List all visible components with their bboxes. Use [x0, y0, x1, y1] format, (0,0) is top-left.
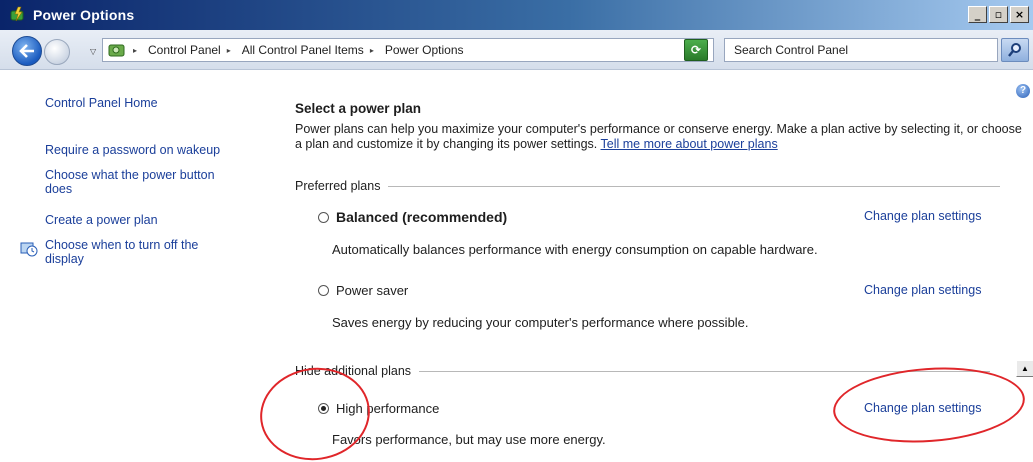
plan-name[interactable]: Power saver [336, 283, 408, 298]
balanced-radio[interactable] [318, 212, 329, 223]
search-input[interactable]: Search Control Panel [724, 38, 998, 62]
balanced-change-settings-link[interactable]: Change plan settings [864, 209, 981, 223]
address-toolbar: ▽ ▸ Control Panel ▸ All Control Panel It… [0, 30, 1033, 70]
control-panel-icon [107, 41, 127, 59]
preferred-plans-label: Preferred plans [295, 179, 389, 193]
back-arrow-icon [19, 44, 34, 58]
power-saver-change-settings-link[interactable]: Change plan settings [864, 283, 981, 297]
plan-name[interactable]: Balanced (recommended) [336, 209, 507, 225]
high-performance-change-settings-link[interactable]: Change plan settings [864, 401, 981, 415]
breadcrumb-all-items[interactable]: All Control Panel Items [242, 43, 364, 57]
turn-off-display-link[interactable]: Choose when to turn off the [45, 238, 198, 252]
help-icon[interactable]: ? [1016, 84, 1030, 98]
turn-off-display-link-continued[interactable]: display [45, 252, 84, 266]
crumb-separator-icon: ▸ [133, 45, 138, 55]
power-button-link[interactable]: Choose what the power button [45, 168, 215, 182]
address-box[interactable]: ▸ Control Panel ▸ All Control Panel Item… [102, 38, 714, 62]
window-title: Power Options [33, 7, 135, 23]
close-button[interactable]: × [1010, 6, 1029, 23]
crumb-separator-icon[interactable]: ▸ [227, 46, 231, 55]
breadcrumb-control-panel[interactable]: Control Panel [148, 43, 221, 57]
title-bar: Power Options _ ▫ × [0, 0, 1033, 30]
require-password-link[interactable]: Require a password on wakeup [45, 143, 220, 157]
create-power-plan-link[interactable]: Create a power plan [45, 213, 158, 227]
high-performance-radio[interactable] [318, 403, 329, 414]
hide-additional-plans-label: Hide additional plans [295, 364, 420, 378]
plan-description: Automatically balances performance with … [332, 242, 818, 257]
main-content: ? Select a power plan Power plans can he… [254, 70, 1033, 462]
left-task-pane: Control Panel Home Require a password on… [0, 70, 270, 462]
learn-more-link[interactable]: Tell me more about power plans [601, 137, 778, 151]
refresh-icon: ⟳ [690, 43, 702, 57]
search-icon [1008, 43, 1021, 57]
forward-button[interactable] [44, 39, 70, 65]
collapse-plans-button[interactable]: ▲ [1016, 360, 1033, 377]
search-button[interactable] [1001, 38, 1029, 62]
power-options-icon [9, 6, 27, 24]
refresh-button[interactable]: ⟳ [684, 39, 708, 61]
recent-pages-dropdown-icon[interactable]: ▽ [90, 47, 96, 56]
chevron-up-icon: ▲ [1021, 364, 1029, 373]
control-panel-home-link[interactable]: Control Panel Home [45, 96, 158, 110]
breadcrumb-power-options[interactable]: Power Options [385, 43, 464, 57]
display-timer-icon [20, 240, 38, 258]
maximize-button[interactable]: ▫ [989, 6, 1008, 23]
power-button-link-continued[interactable]: does [45, 182, 72, 196]
page-title: Select a power plan [295, 101, 422, 116]
minimize-button[interactable]: _ [968, 6, 987, 23]
plan-description: Saves energy by reducing your computer's… [332, 315, 749, 330]
divider [295, 186, 1000, 187]
plan-name[interactable]: High performance [336, 401, 439, 416]
crumb-separator-icon[interactable]: ▸ [370, 46, 374, 55]
power-saver-radio[interactable] [318, 285, 329, 296]
back-button[interactable] [12, 36, 42, 66]
plan-description: Favors performance, but may use more ene… [332, 432, 606, 447]
page-description: Power plans can help you maximize your c… [295, 122, 1025, 152]
